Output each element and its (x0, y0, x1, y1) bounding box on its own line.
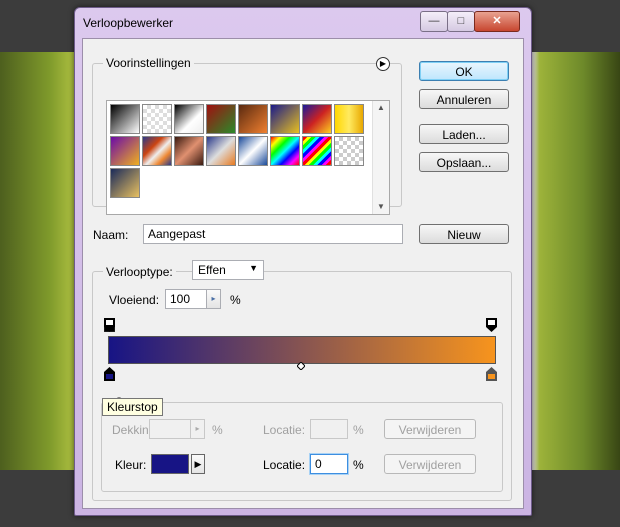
preset-swatch[interactable] (110, 136, 140, 166)
color-stop-tooltip: Kleurstop (102, 398, 163, 416)
color-stop-left[interactable] (104, 367, 115, 381)
minimize-icon: — (428, 15, 440, 27)
load-button[interactable]: Laden... (419, 124, 509, 144)
presets-list: ▲ ▼ (106, 100, 390, 215)
minimize-button[interactable]: — (420, 11, 448, 32)
smoothness-label: Vloeiend: (109, 293, 160, 307)
preset-swatch[interactable] (270, 136, 300, 166)
preset-swatch[interactable] (174, 104, 204, 134)
cancel-button[interactable]: Annuleren (419, 89, 509, 109)
close-icon: ✕ (492, 15, 502, 27)
remove-opacity-stop-button[interactable]: Verwijderen (384, 419, 476, 439)
location-input-opacity[interactable] (310, 419, 348, 439)
location-label-opacity: Locatie: (263, 423, 306, 437)
smoothness-input[interactable]: 100 (165, 289, 207, 309)
preset-swatch[interactable] (238, 136, 268, 166)
preset-swatch[interactable] (206, 136, 236, 166)
gradient-type-label: Verlooptype: (103, 265, 176, 279)
preset-swatch[interactable] (110, 168, 140, 198)
location-input-color[interactable]: 0 (310, 454, 348, 474)
color-stop-right[interactable] (486, 367, 497, 381)
preset-swatch[interactable] (142, 104, 172, 134)
close-button[interactable]: ✕ (474, 11, 520, 32)
stops-group: St Kleurstop Dekking: ▸ % Locatie: % Ver… (101, 395, 503, 492)
midpoint-diamond-icon[interactable] (297, 362, 305, 370)
ok-button[interactable]: OK (419, 61, 509, 81)
maximize-button[interactable]: □ (447, 11, 475, 32)
smoothness-stepper-arrow[interactable]: ▸ (207, 289, 221, 309)
color-menu-arrow-icon[interactable]: ▶ (191, 454, 205, 474)
gradient-type-group: Verlooptype: Effen ▼ Vloeiend: 100 ▸ % S… (92, 260, 512, 501)
new-button[interactable]: Nieuw (419, 224, 509, 244)
opacity-stop-right[interactable] (486, 318, 497, 332)
preset-swatch[interactable] (302, 136, 332, 166)
preset-swatch[interactable] (206, 104, 236, 134)
opacity-stepper-arrow[interactable]: ▸ (191, 419, 205, 439)
presets-group: Voorinstellingen ▶ ▲ ▼ (92, 56, 402, 215)
chevron-down-icon: ▼ (249, 263, 258, 273)
gradient-type-select[interactable]: Effen ▼ (192, 260, 264, 280)
maximize-icon: □ (457, 15, 465, 27)
scroll-down-icon[interactable]: ▼ (373, 200, 389, 214)
opacity-percent: % (212, 423, 223, 437)
opacity-stop-left-top[interactable] (104, 318, 115, 332)
gradient-type-value: Effen (198, 263, 226, 277)
scroll-up-icon[interactable]: ▲ (373, 101, 389, 115)
preset-swatch[interactable] (174, 136, 204, 166)
name-label: Naam: (93, 228, 129, 242)
opacity-input[interactable] (149, 419, 191, 439)
name-input[interactable]: Aangepast (143, 224, 403, 244)
gradient-preview-bar[interactable] (108, 336, 496, 364)
preset-swatch[interactable] (238, 104, 268, 134)
dialog-client: Voorinstellingen ▶ ▲ ▼ OK Annuleren Lade… (82, 38, 524, 509)
presets-scrollbar[interactable]: ▲ ▼ (372, 101, 389, 214)
preset-swatch[interactable] (302, 104, 332, 134)
preset-swatch[interactable] (270, 104, 300, 134)
color-swatch-picker[interactable] (151, 454, 189, 474)
color-label: Kleur: (115, 458, 147, 472)
preset-swatch[interactable] (334, 104, 364, 134)
remove-color-stop-button[interactable]: Verwijderen (384, 454, 476, 474)
title-bar[interactable]: Verloopbewerker — □ ✕ (75, 8, 531, 38)
presets-legend: Voorinstellingen (103, 56, 194, 70)
preset-swatch[interactable] (110, 104, 140, 134)
gradient-editor-window: Verloopbewerker — □ ✕ Voorinstellingen ▶… (74, 7, 532, 516)
circle-arrow-icon[interactable]: ▶ (376, 57, 390, 71)
location-percent-color: % (353, 458, 364, 472)
location-label-color: Locatie: (263, 458, 306, 472)
smoothness-percent: % (230, 293, 241, 307)
window-title: Verloopbewerker (83, 16, 174, 30)
preset-swatch[interactable] (142, 136, 172, 166)
preset-swatch[interactable] (334, 136, 364, 166)
save-button[interactable]: Opslaan... (419, 152, 509, 172)
location-percent-opacity: % (353, 423, 364, 437)
